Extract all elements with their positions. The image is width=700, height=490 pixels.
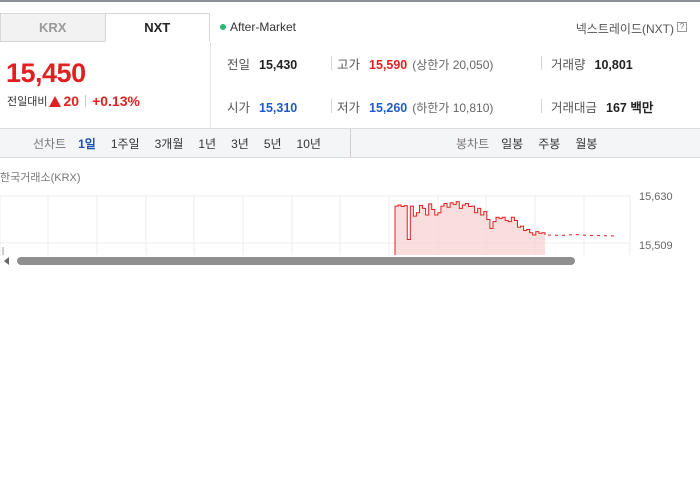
candle-chart-group: 봉차트 일봉 주봉 월봉 <box>456 129 612 157</box>
help-icon[interactable]: ? <box>677 22 687 32</box>
stat-label: 저가 <box>337 101 361 115</box>
stat-divider <box>541 56 542 70</box>
period-1d[interactable]: 1일 <box>78 135 96 152</box>
line-chart-label: 선차트 <box>33 136 67 151</box>
stat-prev-close: 전일 15,430 <box>227 54 297 73</box>
price-change: 전일대비 20 +0.13% <box>7 93 140 109</box>
nxt-link[interactable]: 넥스트레이드(NXT) <box>576 20 674 37</box>
stat-value: 167 백만 <box>606 101 654 115</box>
current-price: 15,450 <box>6 58 86 88</box>
change-percent: +0.13% <box>92 93 140 109</box>
stat-label: 시가 <box>227 101 251 115</box>
market-status: After-Market <box>220 20 296 34</box>
stat-value: 15,430 <box>259 58 298 72</box>
change-divider <box>85 95 87 107</box>
after-market-line <box>547 234 615 237</box>
stat-label: 전일 <box>227 58 251 72</box>
period-3y[interactable]: 3년 <box>231 135 249 152</box>
market-status-text: After-Market <box>230 20 297 34</box>
stat-open: 시가 15,310 <box>227 97 297 116</box>
price-chart-svg: 15,630 15,509 <box>0 191 673 255</box>
period-1w[interactable]: 1주일 <box>111 135 140 152</box>
change-value: 20 <box>63 93 80 109</box>
candle-chart-label: 봉차트 <box>456 136 490 151</box>
stat-volume: 거래량 10,801 <box>551 54 633 73</box>
stat-value: 15,260 <box>369 101 408 115</box>
scroll-left-icon[interactable] <box>4 257 9 265</box>
scroll-thumb[interactable] <box>17 257 575 265</box>
period-10y[interactable]: 10년 <box>297 135 321 152</box>
chart-scrollbar[interactable] <box>0 254 700 268</box>
stat-high: 고가 15,590 (상한가 20,050) <box>337 54 493 73</box>
period-5y[interactable]: 5년 <box>264 135 282 152</box>
stat-divider <box>331 56 332 70</box>
market-tabs: KRX NXT <box>0 13 210 42</box>
top-border <box>0 0 700 2</box>
stat-label: 거래대금 <box>551 101 598 115</box>
tab-krx[interactable]: KRX <box>0 13 105 42</box>
y-tick-label: 15,509 <box>639 240 673 252</box>
status-dot-icon <box>220 24 226 30</box>
stat-amount: 거래대금 167 백만 <box>551 97 653 116</box>
price-chart[interactable]: 15,630 15,509 <box>0 185 700 261</box>
stat-value: 15,590 <box>369 58 408 72</box>
candle-weekly[interactable]: 주봉 <box>538 135 560 152</box>
line-chart-group: 선차트 1일 1주일 3개월 1년 3년 5년 10년 <box>33 129 336 157</box>
stat-divider <box>541 99 542 113</box>
stat-value: 10,801 <box>594 58 633 72</box>
stat-sub: (하한가 10,810) <box>412 101 494 115</box>
stat-low: 저가 15,260 (하한가 10,810) <box>337 97 493 116</box>
tab-nxt[interactable]: NXT <box>104 13 210 42</box>
change-label: 전일대비 <box>7 96 48 108</box>
stat-sub: (상한가 20,050) <box>412 58 494 72</box>
chart-area-fill <box>395 201 545 255</box>
up-triangle-icon <box>49 95 62 107</box>
stat-label: 거래량 <box>551 58 586 72</box>
candle-monthly[interactable]: 월봉 <box>575 135 597 152</box>
toolbar-divider <box>350 129 351 157</box>
period-3m[interactable]: 3개월 <box>155 135 184 152</box>
stat-value: 15,310 <box>259 101 298 115</box>
candle-daily[interactable]: 일봉 <box>501 135 523 152</box>
chart-toolbar: 선차트 1일 1주일 3개월 1년 3년 5년 10년 봉차트 일봉 주봉 월봉 <box>0 128 700 158</box>
period-1y[interactable]: 1년 <box>198 135 216 152</box>
stat-divider <box>331 99 332 113</box>
y-tick-label: 15,630 <box>639 191 673 203</box>
stats-panel: 전일 15,430 고가 15,590 (상한가 20,050) 거래량 10,… <box>210 42 700 128</box>
stat-label: 고가 <box>337 58 361 72</box>
chart-caption: 한국거래소(KRX) <box>0 172 81 184</box>
